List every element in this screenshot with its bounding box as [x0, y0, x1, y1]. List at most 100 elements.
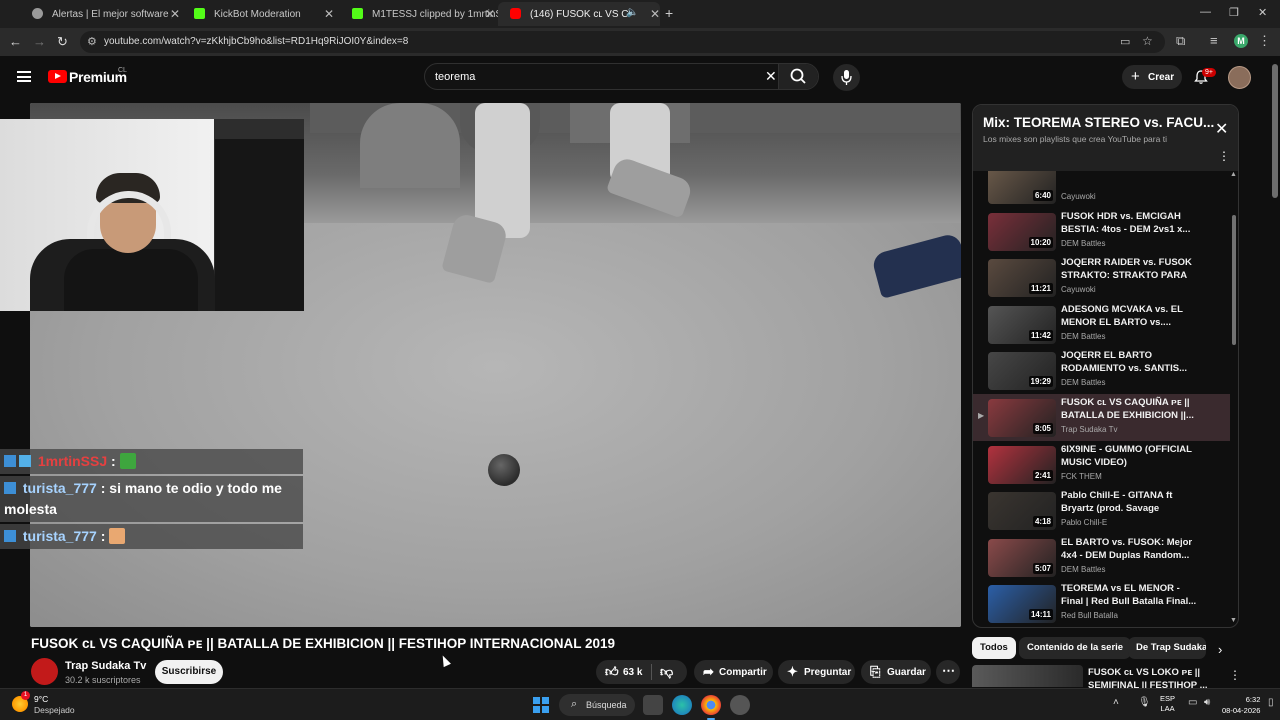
input-language[interactable]: ESP LAA [1160, 694, 1175, 714]
system-clock[interactable]: 6:32 08-04-2026 [1222, 694, 1260, 716]
playlist-item-title[interactable]: Pablo Chill-E - GITANA ft Bryartz (prod.… [1061, 489, 1201, 516]
chip-todos[interactable]: Todos [972, 637, 1016, 659]
more-actions-button[interactable]: ⋯ [936, 660, 960, 684]
like-icon[interactable]: 👍︎ [605, 664, 619, 680]
taskbar-search[interactable]: ⌕ Búsqueda [559, 694, 635, 716]
playlist-item-thumbnail[interactable]: 11:42 [988, 305, 1056, 344]
like-count[interactable]: 63 k [623, 667, 642, 678]
playlist-item-title[interactable]: 6IX9INE - GUMMO (OFFICIAL MUSIC VIDEO) [1061, 443, 1201, 469]
playlist-item[interactable]: 5:07 EL BARTO vs. FUSOK: Mejor 4x4 - DEM … [973, 534, 1230, 581]
dislike-icon[interactable]: 👎︎ [660, 664, 673, 680]
chevron-up-icon[interactable]: ˄ [1113, 697, 1119, 708]
microphone-icon[interactable]: 🎙︎ [1138, 697, 1151, 708]
clear-search-icon[interactable]: ✕ [765, 68, 777, 85]
profile-avatar[interactable]: M [1234, 34, 1248, 48]
scroll-down-icon[interactable]: ▼ [1230, 617, 1237, 624]
playlist-item-thumbnail[interactable]: 2:41 [988, 445, 1056, 484]
playlist-item[interactable]: 6:40 Cayuwoki [973, 171, 1230, 208]
playlist-item[interactable]: Galee Galee - DEJA (Video [973, 627, 1230, 628]
playlist-item[interactable]: 19:29 JOQERR EL BARTO RODAMIENTO vs. SANT… [973, 347, 1230, 394]
playlist-item-title[interactable]: JOQERR EL BARTO RODAMIENTO vs. SANTIS... [1061, 349, 1201, 375]
cast-icon[interactable]: ▭ [1120, 35, 1130, 48]
more-vert-icon[interactable]: ⋮ [1218, 149, 1230, 163]
save-button[interactable]: ⎘ Guardar [861, 660, 931, 684]
playlist-item-thumbnail[interactable]: 10:20 [988, 212, 1056, 251]
playlist-item-thumbnail[interactable]: 6:40 [988, 171, 1056, 204]
chrome-icon[interactable] [701, 695, 721, 720]
playlist-item-title[interactable]: FUSOK HDR vs. EMCIGAH BESTIA: 4tos - DEM… [1061, 210, 1201, 236]
notification-icon[interactable]: ▯ [1268, 697, 1274, 708]
close-icon[interactable]: ✕ [1215, 119, 1228, 139]
browser-tab-alertas[interactable]: Alertas | El mejor software para ✕ [20, 2, 180, 26]
volume-icon[interactable]: 🔊︎ [1204, 697, 1210, 708]
browser-tab-kickbot[interactable]: KickBot Moderation ✕ [182, 2, 334, 26]
recommendation-thumbnail[interactable] [972, 665, 1083, 687]
playlist-item-title[interactable]: TEOREMA vs EL MENOR - Final | Red Bull B… [1061, 582, 1201, 608]
back-icon[interactable]: ← [9, 34, 22, 49]
new-tab-icon[interactable]: + [665, 5, 673, 21]
playlist-item[interactable]: 14:11 TEOREMA vs EL MENOR - Final | Red B… [973, 580, 1230, 627]
close-icon[interactable]: ✕ [324, 7, 334, 21]
chevron-right-icon[interactable]: › [1218, 642, 1222, 657]
start-button[interactable] [533, 697, 549, 713]
close-icon[interactable]: ✕ [170, 7, 180, 21]
subscribe-button[interactable]: Suscribirse [155, 660, 223, 684]
task-view-icon[interactable] [643, 695, 663, 715]
playlist-item-title[interactable]: JOQERR RAIDER vs. FUSOK STRAKTO: STRAKTO… [1061, 256, 1201, 283]
voice-search-button[interactable] [833, 64, 860, 91]
playlist-item-thumbnail[interactable]: 8:05 [988, 399, 1056, 437]
browser-tab-clip[interactable]: M1TESSJ clipped by 1mrtinSSJ ✕ [340, 2, 514, 26]
close-icon[interactable]: ✕ [485, 7, 495, 21]
playlist-title[interactable]: Mix: TEOREMA STEREO vs. FACU... [983, 115, 1214, 130]
maximize-icon[interactable]: ❐ [1229, 6, 1239, 19]
playlist-item[interactable]: 2:41 6IX9INE - GUMMO (OFFICIAL MUSIC VIDE… [973, 441, 1230, 488]
channel-avatar[interactable] [31, 658, 58, 685]
playlist-item-thumbnail[interactable]: 4:18 [988, 492, 1056, 531]
star-icon[interactable]: ☆ [1142, 34, 1153, 48]
search-button[interactable] [778, 64, 818, 89]
search-bar[interactable]: teorema ✕ [424, 63, 819, 90]
playlist-item-thumbnail[interactable]: 19:29 [988, 352, 1056, 391]
playlist-item-thumbnail[interactable]: 14:11 [988, 585, 1056, 624]
site-info-icon[interactable]: ⚙ [87, 35, 97, 48]
playlist-item[interactable]: 11:42 ADESONG MCVAKA vs. EL MENOR EL BART… [973, 301, 1230, 348]
edge-icon[interactable] [672, 695, 692, 715]
page-scrollbar[interactable] [1272, 64, 1278, 198]
account-avatar[interactable] [1228, 66, 1251, 89]
reload-icon[interactable]: ↻ [57, 34, 68, 50]
address-bar[interactable]: ⚙ youtube.com/watch?v=zKkhjbCb9ho&list=R… [80, 31, 1165, 53]
obs-icon[interactable] [730, 695, 750, 715]
channel-name[interactable]: Trap Sudaka Tv [65, 660, 146, 672]
playlist-item-title[interactable]: FUSOK ᴄʟ VS CAQUIÑA ᴘᴇ || BATALLA DE EXH… [1061, 396, 1201, 422]
media-control-icon[interactable]: ≡ [1210, 33, 1218, 48]
temperature[interactable]: 9°C [34, 694, 48, 704]
playlist-item-thumbnail[interactable]: 11:21 [988, 259, 1056, 298]
search-input[interactable]: teorema [435, 71, 475, 83]
network-icon[interactable]: ▭ [1188, 697, 1197, 708]
playlist-item[interactable]: ▶ 8:05 FUSOK ᴄʟ VS CAQUIÑA ᴘᴇ || BATALLA D… [973, 394, 1230, 441]
playlist-item[interactable]: 4:18 Pablo Chill-E - GITANA ft Bryartz (p… [973, 487, 1230, 534]
chip-serie[interactable]: Contenido de la serie [1019, 637, 1132, 659]
weather-description[interactable]: Despejado [34, 705, 75, 715]
share-button[interactable]: ➦ Compartir [694, 660, 773, 684]
chip-channel[interactable]: De Trap Sudaka [1128, 637, 1206, 659]
forward-icon[interactable]: → [33, 34, 46, 49]
scroll-up-icon[interactable]: ▲ [1230, 171, 1237, 178]
menu-icon[interactable]: ⋮ [1258, 33, 1271, 49]
create-button[interactable]: + Crear [1122, 65, 1182, 89]
more-vert-icon[interactable]: ⋮ [1229, 668, 1241, 682]
playlist-item-title[interactable]: ADESONG MCVAKA vs. EL MENOR EL BARTO vs.… [1061, 303, 1201, 329]
playlist-item-thumbnail[interactable]: 5:07 [988, 538, 1056, 577]
playlist-item[interactable]: 11:21 JOQERR RAIDER vs. FUSOK STRAKTO: ST… [973, 254, 1230, 301]
playlist-item[interactable]: 10:20 FUSOK HDR vs. EMCIGAH BESTIA: 4tos … [973, 208, 1230, 255]
ask-button[interactable]: ✦ Preguntar [778, 660, 855, 684]
close-icon[interactable]: ✕ [650, 7, 660, 21]
playlist-item-title[interactable]: EL BARTO vs. FUSOK: Mejor 4x4 - DEM Dupl… [1061, 536, 1201, 562]
hamburger-menu-icon[interactable] [17, 71, 31, 82]
youtube-logo-icon[interactable] [48, 70, 67, 83]
browser-tab-youtube[interactable]: (146) FUSOK ᴄʟ VS CAQUIÑ 🔈 ✕ [498, 2, 660, 26]
minimize-icon[interactable]: — [1200, 6, 1211, 18]
speaker-icon[interactable]: 🔈 [626, 7, 638, 18]
close-window-icon[interactable]: ✕ [1258, 6, 1267, 19]
playlist-scrollbar[interactable] [1232, 215, 1236, 345]
